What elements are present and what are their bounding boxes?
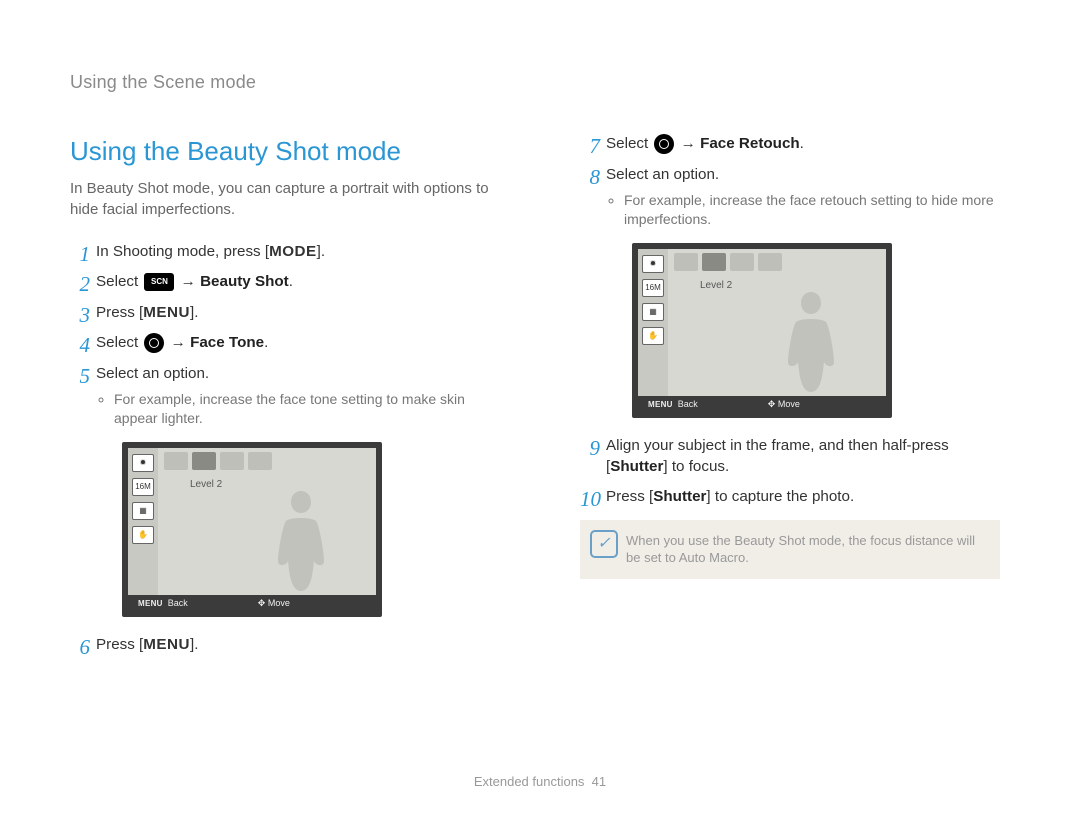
ss-menu-label: MENU [648,400,673,409]
ss-sidebar: ✹ 16M ▦ ✋ [638,249,668,412]
step-2-text-a: Select [96,273,142,290]
beauty-shot-label: Beauty Shot [200,273,289,290]
step-8-text: Select an option. [606,166,719,183]
step-4-text-c: . [264,334,268,351]
shutter-label: Shutter [610,458,663,475]
person-silhouette-icon [776,292,846,392]
option-chip [220,452,244,470]
step-2: Select SCN → Beauty Shot. [70,272,490,293]
option-chip [248,452,272,470]
face-tone-label: Face Tone [190,334,264,351]
step-4-arrow: → [166,334,190,351]
menu-button-label: MENU [143,304,190,321]
ss-sidebar: ✹ 16M ▦ ✋ [128,448,158,611]
steps-left: In Shooting mode, press [MODE]. Select S… [70,242,490,656]
right-column: Select → Face Retouch. Select an option.… [580,134,1000,665]
step-3-text-c: ]. [190,304,198,321]
face-retouch-label: Face Retouch [700,135,800,152]
ss-menu-label: MENU [138,599,163,608]
step-5-text: Select an option. [96,365,209,382]
ss-sidebar-icon: ▦ [132,502,154,520]
step-5: Select an option. For example, increase … [70,364,490,617]
option-chip [730,253,754,271]
note-text: When you use the Beauty Shot mode, the f… [626,533,975,566]
option-chip-active [192,452,216,470]
option-chip [758,253,782,271]
shutter-label-2: Shutter [653,488,706,505]
step-2-arrow: → [176,273,200,290]
ss-sidebar-icon: 16M [132,478,154,496]
menu-button-label-2: MENU [143,636,190,653]
heading: Using the Beauty Shot mode [70,134,490,169]
option-chip [674,253,698,271]
ss-top-options [668,249,886,275]
step-10: Press [Shutter] to capture the photo. [580,487,1000,508]
intro-text: In Beauty Shot mode, you can capture a p… [70,179,490,220]
info-icon: ✓ [590,530,618,558]
step-8-sublist: For example, increase the face retouch s… [606,191,1000,229]
footer-section: Extended functions [474,774,585,789]
step-3: Press [MENU]. [70,303,490,324]
step-1-text-c: ]. [317,243,325,260]
mode-button-label: MODE [269,243,317,260]
person-silhouette-icon [266,491,336,591]
step-7-text-c: . [800,135,804,152]
ss-move: ✥ Move [258,597,290,609]
ss-level-label: Level 2 [190,478,222,492]
steps-right: Select → Face Retouch. Select an option.… [580,134,1000,507]
step-10-text-c: ] to capture the photo. [706,488,854,505]
footer-page: 41 [592,774,606,789]
ss-move-label: Move [268,598,290,608]
step-7: Select → Face Retouch. [580,134,1000,155]
ss-sidebar-icon: ✋ [642,327,664,345]
step-2-text-c: . [289,273,293,290]
ss-menu-back: MENU Back [138,597,188,610]
face-retouch-screenshot: ✹ 16M ▦ ✋ Level 2 [632,243,892,418]
step-7-arrow: → [676,135,700,152]
ss-move: ✥ Move [768,398,800,410]
ss-level-label: Level 2 [700,279,732,293]
step-4: Select → Face Tone. [70,333,490,354]
ss-sidebar-icon: ✹ [642,255,664,273]
step-9: Align your subject in the frame, and the… [580,436,1000,477]
ss-top-options [158,448,376,474]
ss-bottom-bar: MENU Back ✥ Move [128,595,376,611]
camera-icon [654,134,674,154]
option-chip-active [702,253,726,271]
step-5-sublist: For example, increase the face tone sett… [96,390,490,428]
page-footer: Extended functions 41 [0,773,1080,791]
step-3-text-a: Press [ [96,304,143,321]
scn-icon: SCN [144,273,174,291]
step-6-text-c: ]. [190,636,198,653]
note-box: ✓ When you use the Beauty Shot mode, the… [580,520,1000,579]
running-title: Using the Scene mode [70,70,1010,94]
ss-back-label: Back [678,399,698,409]
step-6: Press [MENU]. [70,635,490,656]
ss-sidebar-icon: ✹ [132,454,154,472]
camera-icon [144,333,164,353]
ss-bottom-bar: MENU Back ✥ Move [638,396,886,412]
ss-sidebar-icon: ▦ [642,303,664,321]
step-9-text-c: ] to focus. [663,458,729,475]
ss-back-label: Back [168,598,188,608]
step-8-sub: For example, increase the face retouch s… [624,191,1000,229]
ss-menu-back: MENU Back [648,398,698,411]
ss-sidebar-icon: 16M [642,279,664,297]
ss-move-label: Move [778,399,800,409]
ss-sidebar-icon: ✋ [132,526,154,544]
left-column: Using the Beauty Shot mode In Beauty Sho… [70,134,490,665]
step-8: Select an option. For example, increase … [580,165,1000,418]
step-4-text-a: Select [96,334,142,351]
step-5-sub: For example, increase the face tone sett… [114,390,490,428]
option-chip [164,452,188,470]
step-7-text-a: Select [606,135,652,152]
step-10-text-a: Press [ [606,488,653,505]
face-tone-screenshot: ✹ 16M ▦ ✋ Level 2 [122,442,382,617]
step-6-text-a: Press [ [96,636,143,653]
step-1-text-a: In Shooting mode, press [ [96,243,269,260]
step-1: In Shooting mode, press [MODE]. [70,242,490,263]
